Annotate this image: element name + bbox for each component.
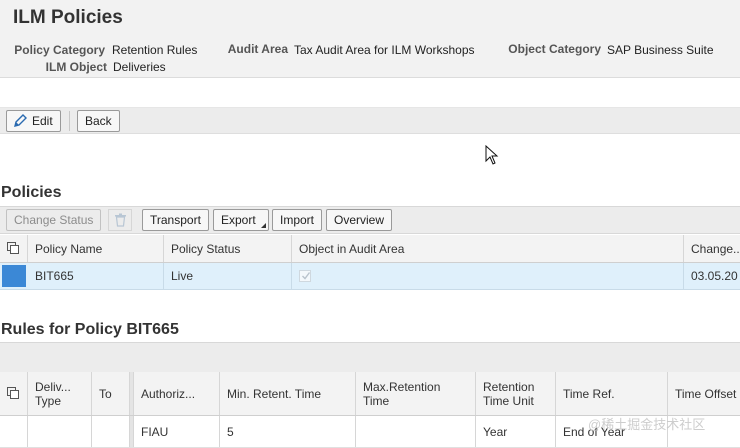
page-header: ILM Policies Policy Category Retention R… xyxy=(0,0,740,78)
toolbar-separator xyxy=(69,111,70,131)
cell-authoriz: FIAU xyxy=(134,416,220,447)
rules-toolbar xyxy=(0,342,740,372)
rules-table-header: Deliv... Type To Authoriz... Min. Retent… xyxy=(0,372,740,416)
pencil-icon xyxy=(14,113,28,133)
row-selector[interactable] xyxy=(2,265,26,287)
column-header-authoriz[interactable]: Authoriz... xyxy=(134,372,220,415)
cell-deliv-type xyxy=(28,416,92,447)
edit-button[interactable]: Edit xyxy=(6,110,61,132)
cell-policy-name: BIT665 xyxy=(28,263,164,289)
watermark: @稀土掘金技术社区 xyxy=(588,417,706,432)
column-header-policy-name[interactable]: Policy Name xyxy=(28,235,164,262)
ilm-object-value: Deliveries xyxy=(113,60,166,74)
export-button-label: Export xyxy=(221,213,256,227)
column-header-object-in-audit-area[interactable]: Object in Audit Area xyxy=(292,235,684,262)
object-category-value: SAP Business Suite xyxy=(607,43,714,57)
cell-to xyxy=(92,416,130,447)
select-all-icon[interactable] xyxy=(0,235,28,262)
transport-button[interactable]: Transport xyxy=(142,209,209,231)
overview-button[interactable]: Overview xyxy=(326,209,393,231)
cell-min-retent-time: 5 xyxy=(220,416,356,447)
policies-title: Policies xyxy=(1,184,62,201)
dropdown-corner-icon xyxy=(260,223,266,228)
column-header-min-retent-time[interactable]: Min. Retent. Time xyxy=(220,372,356,415)
row-selector[interactable] xyxy=(0,416,28,447)
audit-area-label: Audit Area xyxy=(227,42,288,56)
policy-category-label: Policy Category xyxy=(14,43,105,57)
column-header-max-retention-time[interactable]: Max.Retention Time xyxy=(356,372,476,415)
mouse-cursor-icon xyxy=(485,144,499,168)
column-header-time-offset[interactable]: Time Offset xyxy=(668,372,740,415)
cell-retention-time-unit: Year xyxy=(476,416,556,447)
audit-area-checkbox[interactable] xyxy=(299,270,311,282)
cell-changed: 03.05.20 xyxy=(691,269,738,283)
ilm-object-label: ILM Object xyxy=(45,60,107,74)
column-header-to[interactable]: To xyxy=(92,372,130,415)
object-category-label: Object Category xyxy=(508,42,601,56)
table-row[interactable]: BIT665 Live 03.05.20 xyxy=(0,263,740,290)
cell-policy-status: Live xyxy=(164,263,292,289)
column-header-deliv-type[interactable]: Deliv... Type xyxy=(28,372,92,415)
column-header-changed[interactable]: Change... xyxy=(684,235,740,262)
page-title: ILM Policies xyxy=(13,7,123,28)
delete-icon[interactable] xyxy=(108,209,132,231)
header-spacer xyxy=(0,78,740,108)
audit-area-value: Tax Audit Area for ILM Workshops xyxy=(294,43,475,57)
rules-title: Rules for Policy BIT665 xyxy=(1,321,179,338)
column-header-time-ref[interactable]: Time Ref. xyxy=(556,372,668,415)
back-button[interactable]: Back xyxy=(77,110,120,132)
export-button[interactable]: Export xyxy=(213,209,269,231)
policy-category-value: Retention Rules xyxy=(112,43,198,57)
select-all-rules-icon[interactable] xyxy=(0,372,28,415)
column-header-policy-status[interactable]: Policy Status xyxy=(164,235,292,262)
column-header-retention-time-unit[interactable]: Retention Time Unit xyxy=(476,372,556,415)
cell-object-in-audit-area xyxy=(292,263,684,289)
import-button[interactable]: Import xyxy=(272,209,323,231)
cell-max-retention-time xyxy=(356,416,476,447)
change-status-button[interactable]: Change Status xyxy=(6,209,102,231)
edit-button-label: Edit xyxy=(32,114,53,128)
policies-table-header: Policy Name Policy Status Object in Audi… xyxy=(0,235,740,263)
